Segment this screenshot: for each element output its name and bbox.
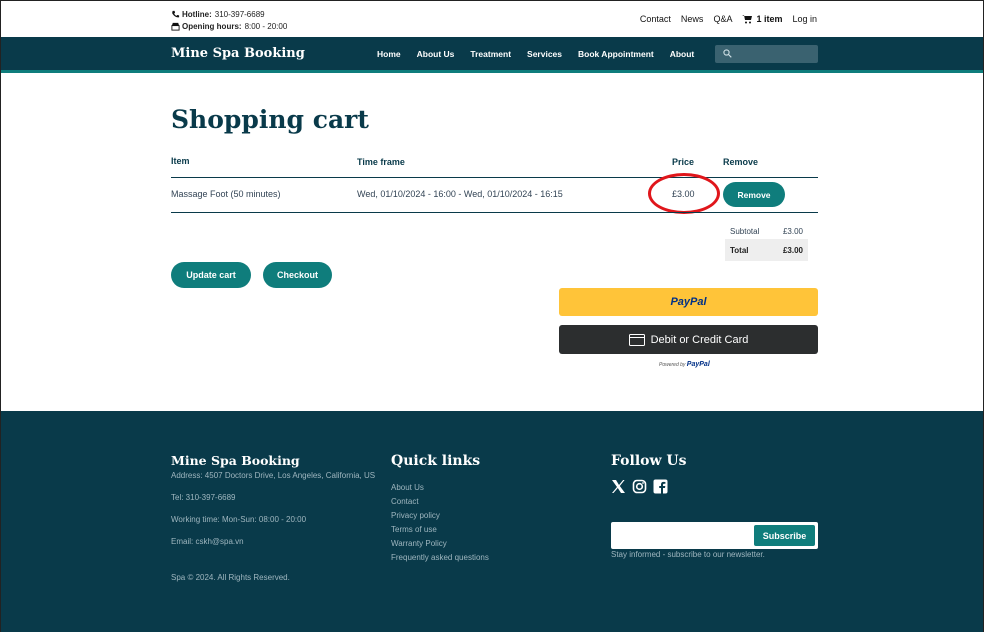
nav-services[interactable]: Services bbox=[527, 49, 562, 59]
cart-summary: Subtotal £3.00 Total £3.00 bbox=[725, 223, 808, 261]
cart-link[interactable]: 1 item bbox=[742, 14, 782, 24]
subtotal-label: Subtotal bbox=[730, 226, 760, 236]
search-icon bbox=[723, 49, 732, 58]
header-price: Price bbox=[672, 157, 695, 167]
quick-link-about[interactable]: About Us bbox=[391, 481, 489, 495]
quick-link-warranty[interactable]: Warranty Policy bbox=[391, 537, 489, 551]
contact-info: Hotline: 310-397-6689 Opening hours: 8:0… bbox=[171, 8, 287, 32]
paypal-button[interactable]: PayPal bbox=[559, 288, 818, 316]
quick-link-contact[interactable]: Contact bbox=[391, 495, 489, 509]
instagram-icon[interactable] bbox=[632, 479, 647, 494]
powered-label: Powered by bbox=[659, 362, 686, 368]
footer-working-time: Working time: Mon-Sun: 08:00 - 20:00 bbox=[171, 515, 307, 524]
remove-button[interactable]: Remove bbox=[723, 182, 785, 207]
link-contact[interactable]: Contact bbox=[640, 14, 671, 24]
total-label: Total bbox=[730, 245, 749, 255]
follow-us-title: Follow Us bbox=[611, 453, 687, 469]
main-nav: Mine Spa Booking Home About Us Treatment… bbox=[1, 37, 983, 73]
subtotal-row: Subtotal £3.00 bbox=[725, 223, 808, 239]
phone-icon bbox=[172, 10, 180, 17]
footer-address: Address: 4507 Doctors Drive, Los Angeles… bbox=[171, 471, 376, 480]
search-input[interactable] bbox=[715, 45, 818, 63]
social-links bbox=[611, 479, 668, 494]
nav-treatment[interactable]: Treatment bbox=[470, 49, 511, 59]
store-icon bbox=[171, 22, 180, 31]
link-news[interactable]: News bbox=[681, 14, 704, 24]
quick-links-title: Quick links bbox=[391, 453, 481, 469]
nav-about-label: About bbox=[669, 49, 695, 59]
newsletter-note: Stay informed - subscribe to our newslet… bbox=[611, 550, 765, 559]
table-header-divider bbox=[171, 177, 818, 178]
hours-label: Opening hours: bbox=[182, 21, 242, 31]
quick-link-terms[interactable]: Terms of use bbox=[391, 523, 489, 537]
cart-item-time: Wed, 01/10/2024 - 16:00 - Wed, 01/10/202… bbox=[357, 189, 563, 199]
footer-email: Email: cskh@spa.vn bbox=[171, 537, 244, 546]
footer-copyright: Spa © 2024. All Rights Reserved. bbox=[171, 573, 290, 582]
x-twitter-icon[interactable] bbox=[611, 479, 626, 494]
cart-icon bbox=[742, 15, 753, 24]
link-qa[interactable]: Q&A bbox=[713, 14, 732, 24]
update-cart-button[interactable]: Update cart bbox=[171, 262, 251, 288]
newsletter-email-input[interactable]: Subscribe bbox=[611, 522, 818, 549]
nav-book-appointment[interactable]: Book Appointment bbox=[578, 49, 654, 59]
site-footer: Mine Spa Booking Address: 4507 Doctors D… bbox=[1, 411, 983, 632]
page-title: Shopping cart bbox=[171, 105, 369, 134]
login-link[interactable]: Log in bbox=[792, 14, 817, 24]
powered-brand: PayPal bbox=[686, 361, 710, 368]
site-brand[interactable]: Mine Spa Booking bbox=[171, 46, 305, 61]
total-row: Total £3.00 bbox=[725, 239, 808, 261]
paypal-logo: PayPal bbox=[670, 296, 707, 308]
quick-link-privacy[interactable]: Privacy policy bbox=[391, 509, 489, 523]
header-time-frame: Time frame bbox=[357, 157, 405, 167]
cart-item-name: Massage Foot (50 minutes) bbox=[171, 189, 281, 199]
top-bar: Hotline: 310-397-6689 Opening hours: 8:0… bbox=[1, 1, 983, 37]
table-row-divider bbox=[171, 212, 818, 213]
card-payment-button[interactable]: Debit or Credit Card bbox=[559, 325, 818, 354]
hotline-label: Hotline: bbox=[182, 9, 212, 19]
cart-count: 1 item bbox=[756, 14, 783, 24]
powered-by-paypal: Powered by PayPal bbox=[659, 361, 710, 368]
facebook-icon[interactable] bbox=[653, 479, 668, 494]
price-highlight-circle bbox=[648, 173, 720, 214]
header-item: Item bbox=[171, 156, 190, 166]
hotline-value: 310-397-6689 bbox=[214, 9, 265, 19]
total-value: £3.00 bbox=[782, 245, 803, 255]
footer-brand: Mine Spa Booking bbox=[171, 453, 300, 468]
header-remove: Remove bbox=[723, 157, 759, 167]
nav-home[interactable]: Home bbox=[377, 49, 401, 59]
nav-about-us[interactable]: About Us bbox=[417, 49, 455, 59]
subtotal-value: £3.00 bbox=[782, 226, 803, 236]
checkout-button[interactable]: Checkout bbox=[263, 262, 332, 288]
nav-menu: Home About Us Treatment Services Book Ap… bbox=[377, 49, 739, 59]
card-payment-label: Debit or Credit Card bbox=[650, 333, 749, 346]
subscribe-button[interactable]: Subscribe bbox=[754, 525, 815, 546]
quick-link-faq[interactable]: Frequently asked questions bbox=[391, 551, 489, 565]
quick-links-list: About Us Contact Privacy policy Terms of… bbox=[391, 481, 489, 565]
footer-tel: Tel: 310-397-6689 bbox=[171, 493, 236, 502]
hours-value: 8:00 - 20:00 bbox=[244, 21, 288, 31]
credit-card-icon bbox=[628, 333, 645, 346]
top-links: Contact News Q&A 1 item Log in bbox=[630, 14, 817, 24]
